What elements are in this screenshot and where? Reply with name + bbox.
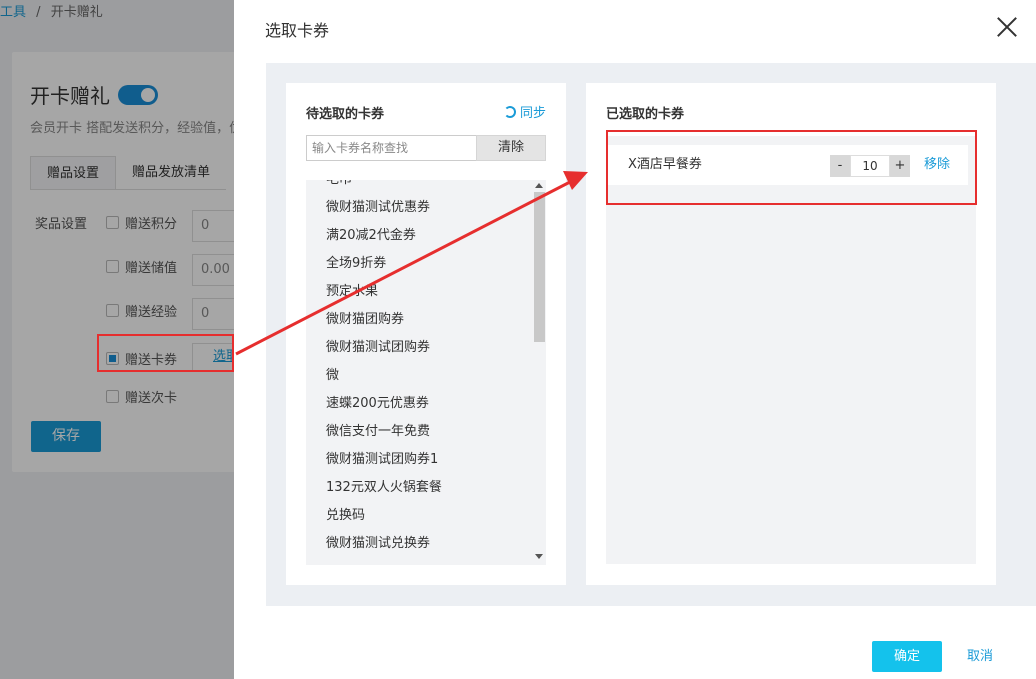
selected-coupons-title: 已选取的卡券 (606, 107, 685, 122)
sync-button[interactable]: 同步 (503, 102, 546, 121)
list-item[interactable]: 微信支付一年免费 (306, 418, 546, 446)
list-item[interactable]: 微 (306, 362, 546, 390)
list-item[interactable]: 毛巾 (306, 180, 546, 194)
drawer-title: 选取卡券 (265, 21, 330, 40)
coupon-search-input[interactable] (306, 135, 476, 161)
list-item[interactable]: 兑换码 (306, 502, 546, 530)
scroll-thumb[interactable] (534, 192, 545, 342)
list-item[interactable]: 全场9折券 (306, 250, 546, 278)
list-scrollbar[interactable] (532, 180, 546, 565)
cancel-link[interactable]: 取消 (967, 641, 993, 672)
coupon-picker-drawer: 选取卡券 待选取的卡券 同步 清除 毛巾微财猫测试优惠券满20减2代金券全场9折… (234, 0, 1036, 679)
highlight-box-coupon-option (97, 334, 234, 372)
list-item[interactable]: 132元双人火锅套餐 (306, 474, 546, 502)
close-icon[interactable] (996, 16, 1018, 38)
available-coupons-list[interactable]: 毛巾微财猫测试优惠券满20减2代金券全场9折券预定水果微财猫团购券微财猫测试团购… (306, 180, 546, 565)
list-item[interactable]: 微财猫测试兑换券 (306, 530, 546, 558)
available-coupons-panel: 待选取的卡券 同步 清除 毛巾微财猫测试优惠券满20减2代金券全场9折券预定水果… (286, 83, 566, 585)
scroll-up-arrow-icon[interactable] (535, 183, 543, 188)
sync-label: 同步 (519, 106, 546, 121)
list-item[interactable]: 微财猫测试团购券1 (306, 446, 546, 474)
coupon-search: 清除 (306, 135, 546, 161)
confirm-button[interactable]: 确定 (872, 641, 942, 672)
list-item[interactable]: 微财猫测试优惠券 (306, 194, 546, 222)
list-item[interactable]: 微财猫团购券 (306, 306, 546, 334)
refresh-icon (503, 105, 516, 118)
available-coupons-title: 待选取的卡券 (306, 107, 385, 122)
clear-button[interactable]: 清除 (476, 135, 546, 161)
list-item[interactable]: 满20减2代金券 (306, 222, 546, 250)
highlight-box-selected-coupon (606, 130, 977, 205)
list-item[interactable]: 预定水果 (306, 278, 546, 306)
scroll-down-arrow-icon[interactable] (535, 554, 543, 559)
list-item[interactable]: 速蝶200元优惠券 (306, 390, 546, 418)
list-item[interactable]: 微财猫测试团购券 (306, 334, 546, 362)
